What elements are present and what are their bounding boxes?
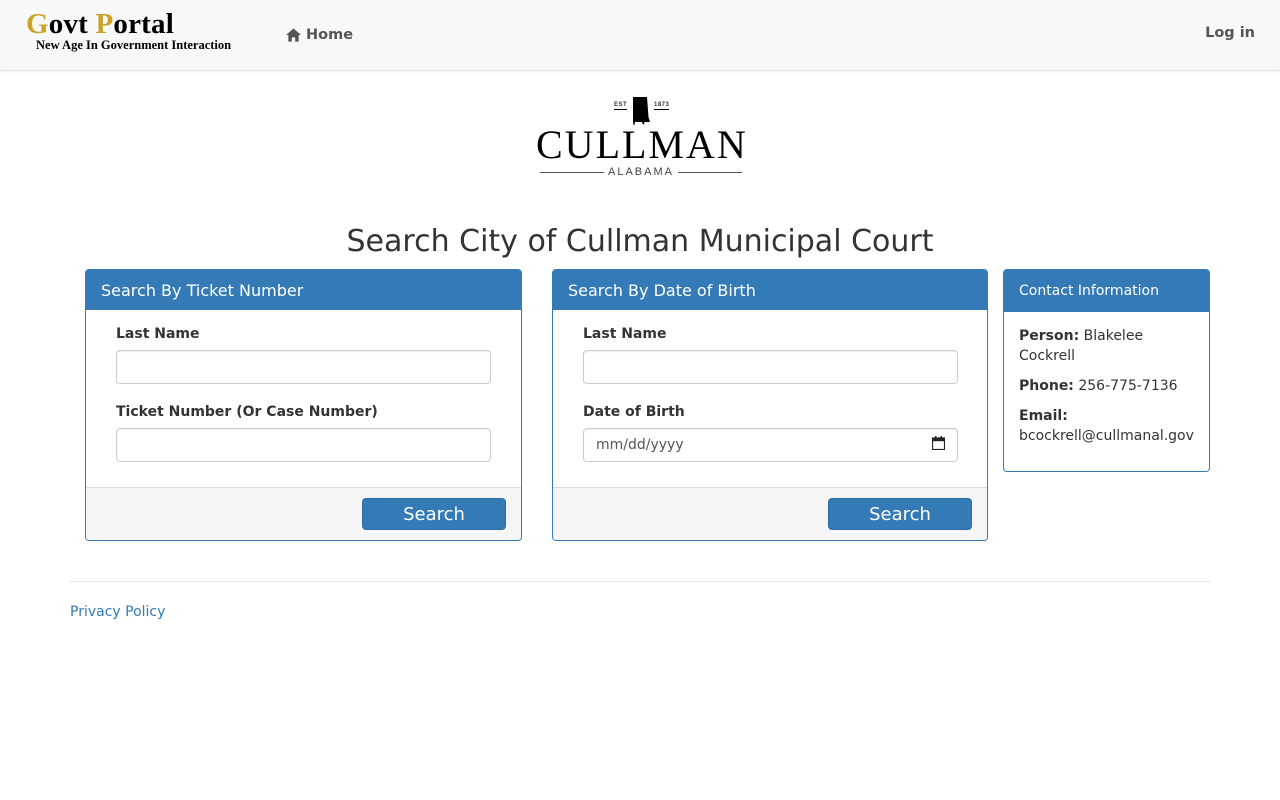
logo-est-year: 1873 xyxy=(654,102,670,110)
ticket-search-panel: Search By Ticket Number Last Name Ticket… xyxy=(85,269,522,541)
dob-date-input[interactable]: mm/dd/yyyy xyxy=(583,428,958,462)
ticket-search-footer: Search xyxy=(86,487,521,540)
top-navbar: Govt Portal New Age In Government Intera… xyxy=(0,0,1280,71)
ticket-last-name-input[interactable] xyxy=(116,350,491,384)
contact-person-label: Person: xyxy=(1019,328,1080,344)
logo-city-name: CULLMAN xyxy=(536,122,748,167)
contact-phone: Phone: 256-775-7136 xyxy=(1019,376,1194,396)
logo-est-label: EST xyxy=(614,102,628,110)
ticket-search-heading: Search By Ticket Number xyxy=(86,270,521,310)
login-link[interactable]: Log in xyxy=(1205,25,1255,41)
contact-phone-label: Phone: xyxy=(1019,378,1074,394)
calendar-icon[interactable] xyxy=(931,436,946,454)
ticket-number-input[interactable] xyxy=(116,428,491,462)
contact-info-heading: Contact Information xyxy=(1004,270,1209,312)
ticket-number-field-group: Ticket Number (Or Case Number) xyxy=(116,400,491,462)
ticket-number-label: Ticket Number (Or Case Number) xyxy=(116,404,378,420)
dob-last-name-input[interactable] xyxy=(583,350,958,384)
last-name-label: Last Name xyxy=(583,326,667,342)
home-icon xyxy=(286,28,301,42)
last-name-field-group: Last Name xyxy=(116,322,491,384)
contact-info-body: Person: Blakelee Cockrell Phone: 256-775… xyxy=(1004,312,1209,446)
contact-person: Person: Blakelee Cockrell xyxy=(1019,326,1194,366)
brand-tagline: New Age In Government Interaction xyxy=(36,38,232,52)
page-title: Search City of Cullman Municipal Court xyxy=(346,224,934,259)
contact-email-label: Email: xyxy=(1019,408,1068,424)
nav-home-link[interactable]: Home xyxy=(286,25,353,45)
contact-email: Email: bcockrell@cullmanal.gov xyxy=(1019,406,1194,446)
brand-logo[interactable]: Govt Portal New Age In Government Intera… xyxy=(26,8,256,58)
dob-label: Date of Birth xyxy=(583,404,685,420)
privacy-policy-link[interactable]: Privacy Policy xyxy=(70,603,165,621)
dob-search-footer: Search xyxy=(553,487,987,540)
last-name-label: Last Name xyxy=(116,326,200,342)
contact-info-panel: Contact Information Person: Blakelee Coc… xyxy=(1003,269,1210,472)
dob-placeholder: mm/dd/yyyy xyxy=(596,437,684,453)
footer-divider xyxy=(70,581,1210,582)
logo-divider xyxy=(678,172,742,173)
brand-letter-g: G xyxy=(26,8,49,40)
brand-title-part: ortal xyxy=(113,8,174,40)
contact-phone-value: 256-775-7136 xyxy=(1078,378,1178,394)
brand-letter-p: P xyxy=(95,8,114,40)
ticket-search-body: Last Name Ticket Number (Or Case Number) xyxy=(86,310,521,462)
cullman-logo: EST 1873 CULLMAN ALABAMA xyxy=(536,96,746,182)
brand-title-part: ovt xyxy=(48,8,96,40)
dob-search-button[interactable]: Search xyxy=(828,498,972,530)
brand-title: Govt Portal xyxy=(26,8,174,40)
nav-home-label: Home xyxy=(306,27,354,43)
ticket-search-button[interactable]: Search xyxy=(362,498,506,530)
dob-search-heading: Search By Date of Birth xyxy=(553,270,987,310)
dob-search-body: Last Name Date of Birth mm/dd/yyyy xyxy=(553,310,987,462)
contact-email-value: bcockrell@cullmanal.gov xyxy=(1019,428,1194,444)
dob-search-panel: Search By Date of Birth Last Name Date o… xyxy=(552,269,988,541)
dob-field-group: Date of Birth mm/dd/yyyy xyxy=(583,400,958,462)
last-name-field-group: Last Name xyxy=(583,322,958,384)
